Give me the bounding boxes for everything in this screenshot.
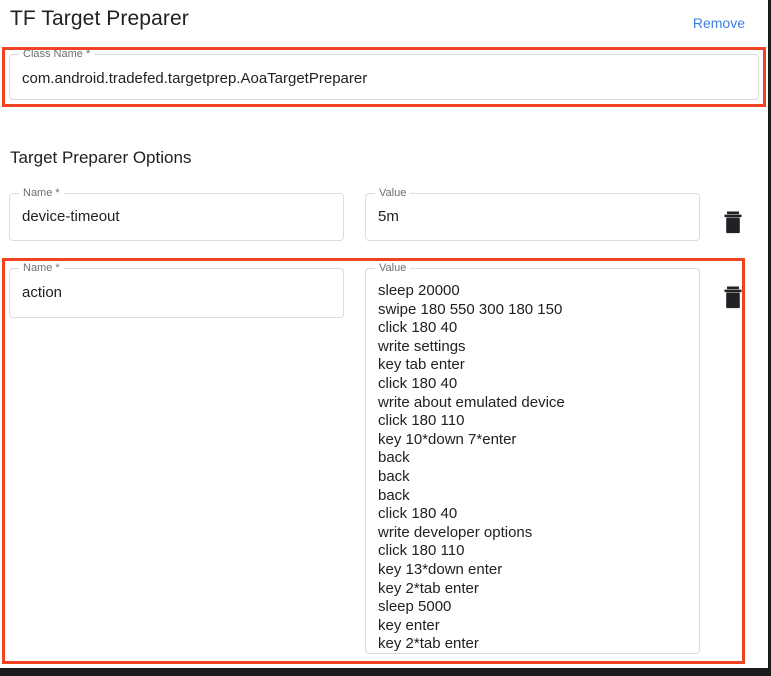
window-frame-bottom — [0, 668, 771, 676]
options-heading: Target Preparer Options — [10, 148, 192, 167]
option-value-value-2[interactable]: sleep 20000 swipe 180 550 300 180 150 cl… — [378, 282, 689, 654]
trash-icon[interactable] — [721, 285, 745, 311]
option-value-label-2: Value — [375, 262, 411, 274]
option-value-value-1[interactable]: 5m — [378, 208, 689, 227]
option-name-value-2[interactable]: action — [22, 284, 333, 303]
option-name-field-2[interactable]: Name * action — [9, 262, 344, 318]
panel-header: TF Target Preparer Remove — [0, 0, 768, 46]
page-title: TF Target Preparer — [10, 7, 189, 30]
class-name-label: Class Name * — [19, 48, 95, 60]
option-name-label-2: Name * — [19, 262, 64, 274]
option-name-label-1: Name * — [19, 187, 64, 199]
option-name-field-1[interactable]: Name * device-timeout — [9, 187, 344, 241]
option-value-label-1: Value — [375, 187, 411, 199]
remove-button[interactable]: Remove — [693, 15, 745, 31]
trash-icon[interactable] — [721, 210, 745, 236]
class-name-value[interactable]: com.android.tradefed.targetprep.AoaTarge… — [22, 70, 748, 89]
option-value-field-1[interactable]: Value 5m — [365, 187, 700, 241]
option-value-field-2[interactable]: Value sleep 20000 swipe 180 550 300 180 … — [365, 262, 700, 654]
class-name-field[interactable]: Class Name * com.android.tradefed.target… — [9, 48, 759, 100]
option-name-value-1[interactable]: device-timeout — [22, 208, 333, 227]
target-preparer-panel: TF Target Preparer Remove Class Name * c… — [0, 0, 768, 668]
